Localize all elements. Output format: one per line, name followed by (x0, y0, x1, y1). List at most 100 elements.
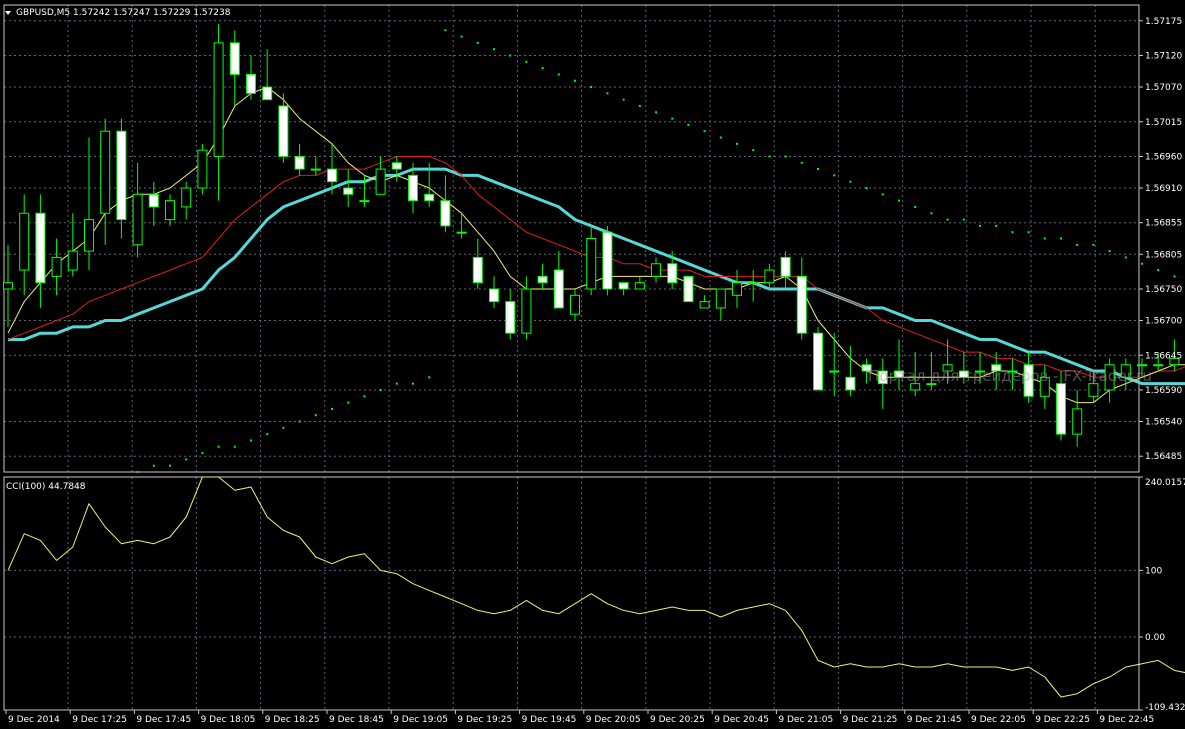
sar-dot (1076, 243, 1079, 246)
sar-dot (638, 104, 641, 107)
bear-candle (667, 263, 678, 284)
sar-dot (282, 426, 285, 429)
bull-candle (715, 288, 726, 309)
symbol-header: GBPUSD,M5 1.57242 1.57247 1.57229 1.5723… (16, 8, 231, 18)
price-tick-label: 1.56700 (1145, 317, 1182, 327)
time-label: 9 Dec 20:45 (714, 715, 769, 725)
sar-dot (1108, 250, 1111, 253)
bull-candle (748, 282, 759, 285)
bear-candle (343, 187, 354, 195)
bull-candle (213, 42, 224, 157)
sar-dot (817, 168, 819, 171)
bull-candle (375, 168, 386, 195)
time-label: 9 Dec 19:45 (522, 715, 577, 725)
bear-candle (391, 162, 402, 170)
sar-dot (460, 35, 463, 38)
sar-dot (784, 155, 787, 158)
time-label: 9 Dec 21:25 (843, 715, 898, 725)
bear-candle (796, 275, 807, 334)
bear-candle (683, 275, 694, 303)
bull-candle (67, 250, 78, 271)
time-label: 9 Dec 17:45 (136, 715, 191, 725)
bull-candle (132, 193, 143, 246)
sar-dot (412, 382, 414, 385)
sar-dot (768, 155, 771, 158)
bull-candle (165, 200, 175, 221)
price-tick-label: 1.56485 (1145, 452, 1182, 462)
sar-dot (525, 60, 528, 63)
sar-dot (1092, 243, 1095, 246)
bull-candle (1088, 383, 1099, 397)
sar-dot (136, 471, 139, 473)
sar-dot (363, 395, 366, 398)
sar-dot (509, 54, 512, 57)
sar-dot (1011, 231, 1014, 234)
sar-dot (1173, 275, 1176, 278)
bear-candle (294, 155, 305, 170)
sar-dot (298, 420, 301, 423)
sar-dot (428, 376, 431, 379)
bear-candle (845, 376, 856, 391)
sar-dot (347, 401, 350, 404)
chart-canvas: 1.57175 1.57120 1.57070 1.57015 1.56960 1.569… (0, 0, 1185, 729)
price-tick-label: 1.56540 (1145, 418, 1182, 428)
price-tick-label: 1.56645 (1145, 351, 1182, 361)
bull-candle (1072, 408, 1083, 435)
price-tick-label: 1.57175 (1145, 17, 1182, 27)
bear-candle (780, 256, 791, 277)
bull-candle (586, 238, 597, 290)
bull-candle (1153, 364, 1164, 367)
bull-candle (521, 288, 532, 334)
bear-candle (35, 212, 46, 284)
bull-candle (197, 149, 208, 189)
bear-candle (553, 269, 564, 309)
sar-dot (800, 161, 803, 164)
bear-candle (505, 301, 516, 334)
cci-tick-label: 100 (1145, 566, 1162, 576)
sar-dot (979, 224, 981, 227)
bull-candle (310, 168, 321, 171)
time-label: 9 Dec 17:25 (72, 715, 127, 725)
price-tick-label: 1.56910 (1145, 184, 1182, 194)
bear-candle (424, 193, 435, 202)
sar-dot (217, 445, 220, 448)
bear-candle (148, 193, 159, 208)
price-tick-label: 1.56855 (1145, 219, 1182, 229)
bull-candle (764, 269, 775, 284)
bear-candle (813, 332, 823, 391)
sar-dot (314, 414, 317, 417)
bear-candle (408, 174, 418, 202)
sar-dot (622, 98, 625, 101)
time-label: 9 Dec 18:05 (201, 715, 256, 725)
sar-dot (185, 458, 188, 461)
price-tick-label: 1.57070 (1145, 83, 1182, 93)
sar-dot (590, 86, 593, 89)
sar-dot (574, 79, 576, 82)
sar-dot (266, 433, 269, 436)
sar-dot (1157, 269, 1160, 272)
price-tick-label: 1.56960 (1145, 152, 1182, 162)
bull-candle (1137, 364, 1147, 367)
bear-candle (327, 168, 337, 183)
sar-dot (1124, 256, 1127, 259)
bear-candle (278, 105, 289, 157)
bear-candle (440, 200, 451, 227)
bull-candle (456, 231, 467, 234)
sar-dot (930, 212, 933, 215)
sar-dot (849, 180, 852, 183)
time-label: 9 Dec 21:45 (907, 715, 962, 725)
sar-dot (379, 388, 382, 391)
bull-candle (19, 212, 30, 271)
sar-dot (833, 174, 836, 177)
time-label: 9 Dec 2014 (8, 715, 60, 725)
price-tick-label: 1.56750 (1145, 285, 1182, 295)
bull-candle (51, 256, 62, 277)
time-label: 9 Dec 18:45 (329, 715, 384, 725)
bear-candle (537, 275, 548, 284)
bear-candle (489, 288, 499, 303)
sar-dot (493, 48, 495, 51)
sar-dot (914, 205, 917, 208)
sar-dot (169, 464, 171, 467)
price-tick-label: 1.57015 (1145, 118, 1182, 128)
time-label: 9 Dec 18:25 (265, 715, 320, 725)
